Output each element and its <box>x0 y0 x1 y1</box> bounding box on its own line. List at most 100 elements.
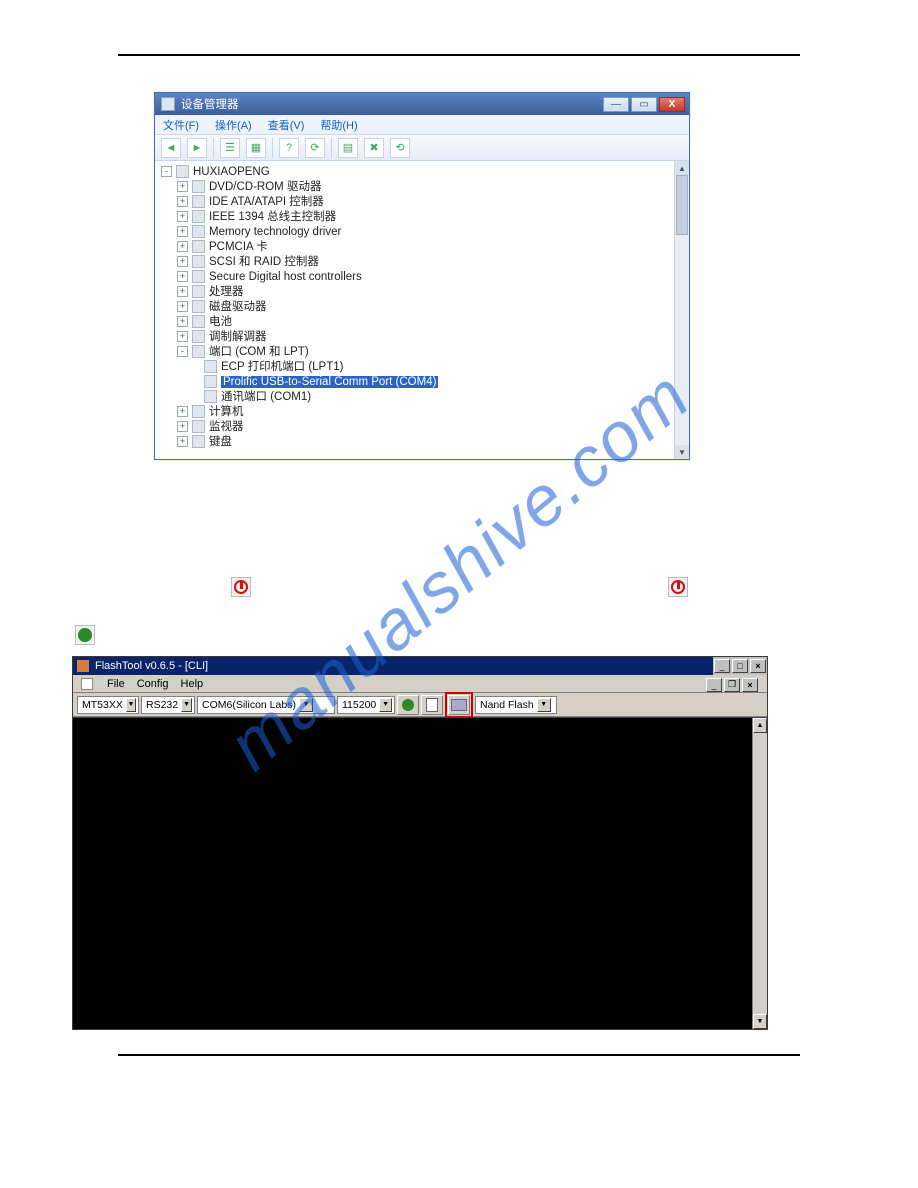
devmgr-menubar: 文件(F) 操作(A) 查看(V) 帮助(H) <box>155 115 689 135</box>
combo-port-value: COM6(Silicon Labs) <box>202 699 296 711</box>
toolbar-forward-icon[interactable]: ► <box>187 138 207 158</box>
expand-icon[interactable]: + <box>177 226 188 237</box>
combo-flash[interactable]: Nand Flash▼ <box>475 696 557 714</box>
toolbar-help-icon[interactable]: ? <box>279 138 299 158</box>
toolbar-separator <box>331 138 332 158</box>
connect-button[interactable] <box>397 695 419 715</box>
maximize-button[interactable]: ▭ <box>631 97 657 112</box>
open-file-button[interactable] <box>421 695 443 715</box>
menu-help[interactable]: Help <box>181 678 204 690</box>
maximize-button[interactable]: □ <box>732 659 748 673</box>
tree-node[interactable]: DVD/CD-ROM 驱动器 <box>209 181 321 193</box>
instruction-block <box>118 502 800 646</box>
expand-icon[interactable]: + <box>177 436 188 447</box>
flashtool-title-text: FlashTool v0.6.5 - [CLI] <box>95 660 208 672</box>
expand-icon[interactable]: + <box>177 271 188 282</box>
scroll-down-icon[interactable]: ▼ <box>675 445 689 459</box>
expand-icon[interactable]: + <box>177 286 188 297</box>
tree-node[interactable]: 磁盘驱动器 <box>209 301 267 313</box>
tree-node[interactable]: 电池 <box>209 316 232 328</box>
tree-node[interactable]: IDE ATA/ATAPI 控制器 <box>209 196 324 208</box>
combo-chip[interactable]: MT53XX▼ <box>77 696 139 714</box>
devmgr-app-icon <box>161 97 175 111</box>
computer-icon <box>176 165 189 178</box>
devmgr-title-text: 设备管理器 <box>181 96 239 112</box>
toolbar-back-icon[interactable]: ◄ <box>161 138 181 158</box>
expand-icon[interactable]: + <box>177 241 188 252</box>
menu-action[interactable]: 操作(A) <box>215 117 252 133</box>
expand-icon[interactable]: - <box>161 166 172 177</box>
scroll-down-icon[interactable]: ▼ <box>753 1014 767 1029</box>
chevron-down-icon[interactable]: ▼ <box>299 698 313 712</box>
combo-baud[interactable]: 115200▼ <box>337 696 395 714</box>
mdi-close-button[interactable]: × <box>742 678 758 692</box>
toolbar-refresh-icon[interactable]: ⟳ <box>305 138 325 158</box>
power-red-icon <box>668 577 688 597</box>
tree-node[interactable]: SCSI 和 RAID 控制器 <box>209 256 319 268</box>
close-button[interactable]: X <box>659 97 685 112</box>
mdi-minimize-button[interactable]: _ <box>706 678 722 692</box>
flashtool-titlebar[interactable]: FlashTool v0.6.5 - [CLI] _ □ × <box>73 657 767 675</box>
tree-node[interactable]: 处理器 <box>209 286 244 298</box>
toolbar-uninstall-icon[interactable]: ✖ <box>364 138 384 158</box>
toolbar-tree-icon[interactable]: ☰ <box>220 138 240 158</box>
menu-help[interactable]: 帮助(H) <box>320 117 357 133</box>
expand-icon[interactable]: + <box>177 211 188 222</box>
menu-file[interactable]: File <box>107 678 125 690</box>
tree-node[interactable]: 键盘 <box>209 436 232 448</box>
scroll-up-icon[interactable]: ▲ <box>753 718 767 733</box>
menu-config[interactable]: Config <box>137 678 169 690</box>
tree-node[interactable]: IEEE 1394 总线主控制器 <box>209 211 336 223</box>
toolbar-detail-icon[interactable]: ▦ <box>246 138 266 158</box>
tree-node[interactable]: PCMCIA 卡 <box>209 241 268 253</box>
expand-icon[interactable]: + <box>177 181 188 192</box>
tree-node[interactable]: Memory technology driver <box>209 226 341 238</box>
expand-icon[interactable]: + <box>177 256 188 267</box>
collapse-icon[interactable]: - <box>177 346 188 357</box>
minimize-button[interactable]: — <box>603 97 629 112</box>
expand-icon[interactable]: + <box>177 406 188 417</box>
devmgr-scrollbar[interactable]: ▲ ▼ <box>674 161 689 459</box>
tree-node[interactable]: 调制解调器 <box>209 331 267 343</box>
expand-icon[interactable]: + <box>177 331 188 342</box>
tree-port-prolific-selected[interactable]: Prolific USB-to-Serial Comm Port (COM4) <box>221 376 438 388</box>
action-green-icon <box>75 625 95 645</box>
close-button[interactable]: × <box>750 659 766 673</box>
tree-node[interactable]: 监视器 <box>209 421 244 433</box>
burn-link-button[interactable] <box>448 695 470 715</box>
devmgr-titlebar[interactable]: 设备管理器 — ▭ X <box>155 93 689 115</box>
chevron-down-icon[interactable]: ▼ <box>126 698 136 712</box>
chevron-down-icon[interactable]: ▼ <box>181 698 192 712</box>
terminal-output[interactable]: ▲ ▼ <box>73 717 767 1029</box>
ports-icon <box>192 345 205 358</box>
port-icon <box>204 375 217 388</box>
tree-port-ecp[interactable]: ECP 打印机端口 (LPT1) <box>221 361 343 373</box>
menu-file[interactable]: 文件(F) <box>163 117 199 133</box>
device-tree[interactable]: - HUXIAOPENG + DVD/CD-ROM 驱动器 + IDE ATA/ATA… <box>155 161 674 459</box>
combo-port[interactable]: COM6(Silicon Labs)▼ <box>197 696 335 714</box>
terminal-scrollbar[interactable]: ▲ ▼ <box>752 718 767 1029</box>
scroll-up-icon[interactable]: ▲ <box>675 161 689 175</box>
toolbar-scan-icon[interactable]: ⟲ <box>390 138 410 158</box>
scroll-thumb[interactable] <box>676 175 688 235</box>
mdi-restore-button[interactable]: ❐ <box>724 678 740 692</box>
port-icon <box>204 360 217 373</box>
device-icon <box>192 225 205 238</box>
tree-port-com1[interactable]: 通讯端口 (COM1) <box>221 391 311 403</box>
combo-link[interactable]: RS232▼ <box>141 696 195 714</box>
toolbar-properties-icon[interactable]: ▤ <box>338 138 358 158</box>
toolbar-separator <box>213 138 214 158</box>
expand-icon[interactable]: + <box>177 196 188 207</box>
tree-node[interactable]: 计算机 <box>209 406 244 418</box>
highlighted-tool-area <box>445 692 473 718</box>
chevron-down-icon[interactable]: ▼ <box>379 698 392 712</box>
chevron-down-icon[interactable]: ▼ <box>537 698 551 712</box>
tree-node[interactable]: Secure Digital host controllers <box>209 271 362 283</box>
expand-icon[interactable]: + <box>177 421 188 432</box>
expand-icon[interactable]: + <box>177 301 188 312</box>
tree-root[interactable]: HUXIAOPENG <box>193 166 270 178</box>
minimize-button[interactable]: _ <box>714 659 730 673</box>
expand-icon[interactable]: + <box>177 316 188 327</box>
menu-view[interactable]: 查看(V) <box>268 117 305 133</box>
tree-node-ports[interactable]: 端口 (COM 和 LPT) <box>209 346 309 358</box>
